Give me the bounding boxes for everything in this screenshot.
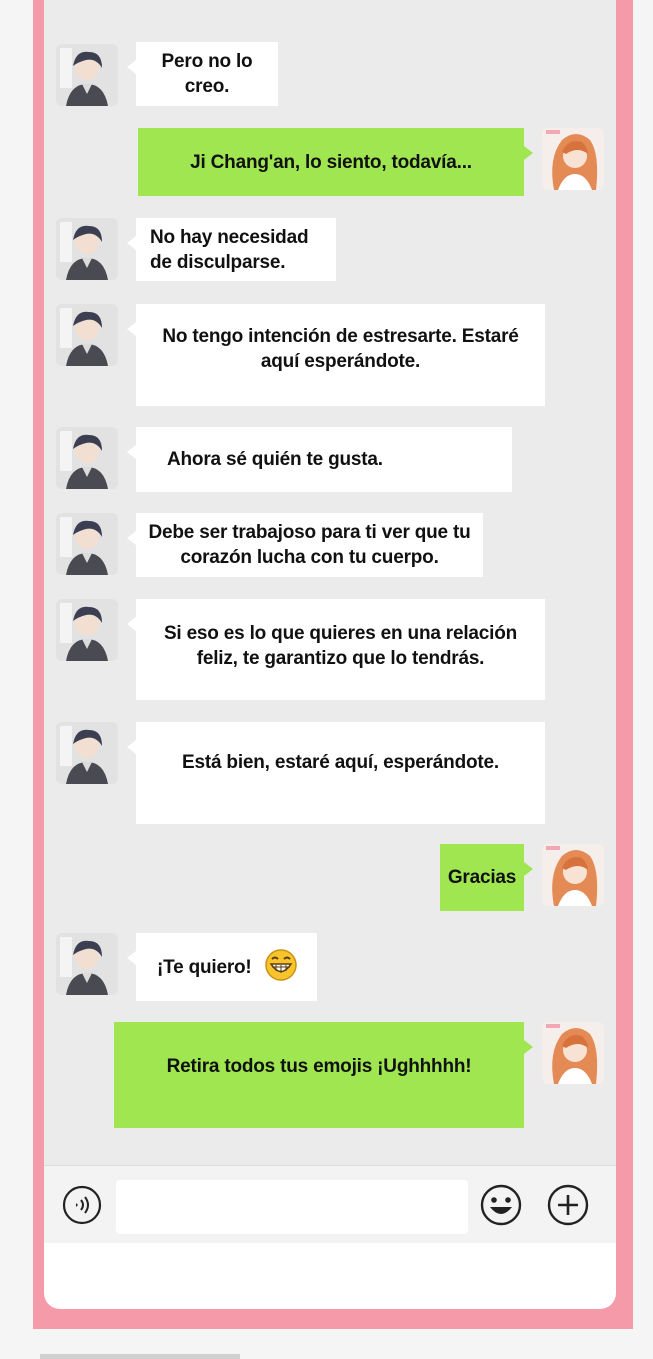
chat-area[interactable]: Pero no lo creo. Ji Chang'an, lo siento,… <box>44 0 616 1165</box>
message-bubble-received[interactable]: Debe ser trabajoso para ti ver que tu co… <box>127 513 483 577</box>
avatar-contact[interactable] <box>56 722 118 784</box>
message-text: No tengo intención de estresarte. Estaré… <box>162 326 519 372</box>
message-bubble-sent[interactable]: Gracias <box>440 844 533 911</box>
message-bubble-received[interactable]: Pero no lo creo. <box>127 42 278 106</box>
avatar-contact[interactable] <box>56 933 118 995</box>
message-bubble-received[interactable]: ¡Te quiero! <box>127 933 317 1001</box>
avatar-contact[interactable] <box>56 513 118 575</box>
message-bubble-sent[interactable]: Retira todos tus emojis ¡Ughhhhh! <box>114 1022 533 1128</box>
message-text: Retira todos tus emojis ¡Ughhhhh! <box>166 1056 472 1077</box>
bottom-strip <box>40 1354 240 1359</box>
message-text-field[interactable] <box>116 1180 468 1234</box>
message-text: Si eso es lo que quieres en una relación… <box>163 623 518 669</box>
avatar-self[interactable] <box>542 844 604 906</box>
message-bubble-received[interactable]: No tengo intención de estresarte. Estaré… <box>127 304 545 406</box>
keyboard-panel <box>44 1243 616 1309</box>
avatar-contact[interactable] <box>56 218 118 280</box>
message-text: Gracias <box>447 867 517 888</box>
avatar-contact[interactable] <box>56 427 118 489</box>
message-bubble-received[interactable]: Si eso es lo que quieres en una relación… <box>127 599 545 700</box>
smiley-icon[interactable] <box>479 1183 523 1232</box>
message-bubble-received[interactable]: No hay necesidad de disculparse. <box>127 218 336 281</box>
avatar-contact[interactable] <box>56 304 118 366</box>
message-text: Debe ser trabajoso para ti ver que tu co… <box>148 522 471 568</box>
avatar-self[interactable] <box>542 128 604 190</box>
avatar-contact[interactable] <box>56 44 118 106</box>
avatar-contact[interactable] <box>56 599 118 661</box>
message-text: Ahora sé quién te gusta. <box>167 449 383 470</box>
grinning-face-emoji <box>264 947 298 988</box>
message-text: No hay necesidad de disculparse. <box>150 226 309 273</box>
message-text: Pero no lo creo. <box>161 51 253 97</box>
message-bubble-received[interactable]: Está bien, estaré aquí, esperándote. <box>127 722 545 824</box>
message-bubble-received[interactable]: Ahora sé quién te gusta. <box>127 427 512 492</box>
avatar-self[interactable] <box>542 1022 604 1084</box>
message-text: Está bien, estaré aquí, esperándote. <box>182 752 499 773</box>
plus-icon[interactable] <box>546 1183 590 1232</box>
message-bubble-sent[interactable]: Ji Chang'an, lo siento, todavía... <box>138 128 533 196</box>
message-text: ¡Te quiero! <box>157 956 252 978</box>
message-text: Ji Chang'an, lo siento, todavía... <box>190 151 472 173</box>
voice-icon[interactable] <box>61 1184 103 1231</box>
